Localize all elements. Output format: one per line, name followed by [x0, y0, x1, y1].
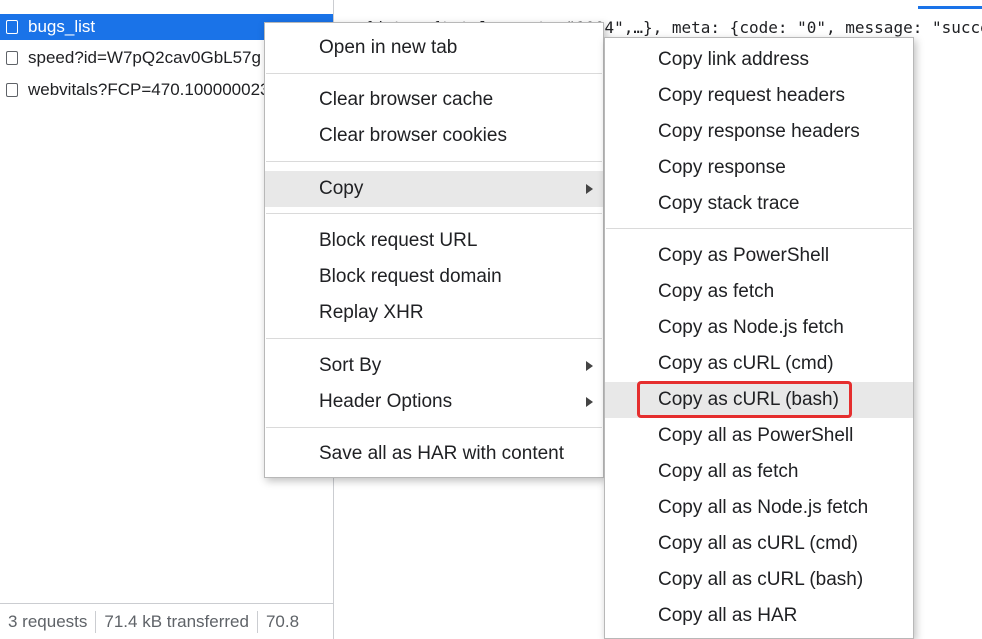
menu-item-label: Copy stack trace	[658, 193, 800, 214]
menu-item-copy-response-headers[interactable]: Copy response headers	[605, 114, 913, 150]
menu-item-label: Copy all as Node.js fetch	[658, 497, 869, 518]
menu-item-clear-cookies[interactable]: Clear browser cookies	[265, 118, 603, 154]
menu-item-label: Copy all as cURL (bash)	[658, 569, 864, 590]
menu-item-copy-as-fetch[interactable]: Copy as fetch	[605, 274, 913, 310]
menu-item-label: Copy as Node.js fetch	[658, 317, 844, 338]
menu-item-save-har[interactable]: Save all as HAR with content	[265, 436, 603, 472]
menu-item-label: Block request domain	[319, 266, 502, 287]
menu-item-label: Open in new tab	[319, 37, 458, 58]
menu-item-label: Copy as cURL (cmd)	[658, 353, 834, 374]
menu-item-label: Copy as PowerShell	[658, 245, 830, 266]
document-icon	[6, 20, 18, 34]
request-count: 3 requests	[8, 612, 88, 631]
menu-separator	[266, 161, 602, 162]
menu-item-label: Header Options	[319, 391, 453, 412]
submenu-arrow-icon	[586, 361, 593, 371]
menu-item-label: Copy all as fetch	[658, 461, 799, 482]
menu-item-copy-response[interactable]: Copy response	[605, 150, 913, 186]
menu-item-copy-as-curl-cmd[interactable]: Copy as cURL (cmd)	[605, 346, 913, 382]
menu-item-label: Save all as HAR with content	[319, 443, 565, 464]
menu-item-label: Copy all as cURL (cmd)	[658, 533, 858, 554]
transferred-size: 71.4 kB transferred	[104, 612, 249, 631]
submenu-arrow-icon	[586, 184, 593, 194]
menu-item-label: Copy all as PowerShell	[658, 425, 854, 446]
context-menu: Open in new tab Clear browser cache Clea…	[264, 22, 604, 478]
menu-item-label: Copy	[319, 178, 364, 199]
network-status-bar: 3 requests 71.4 kB transferred 70.8	[0, 603, 333, 639]
menu-item-copy-all-as-har[interactable]: Copy all as HAR	[605, 598, 913, 634]
menu-item-copy[interactable]: Copy	[265, 171, 603, 207]
copy-submenu: Copy link address Copy request headers C…	[604, 37, 914, 639]
menu-separator	[266, 338, 602, 339]
request-name: webvitals?FCP=470.1000000238	[28, 80, 279, 99]
menu-item-copy-all-as-curl-cmd[interactable]: Copy all as cURL (cmd)	[605, 526, 913, 562]
menu-item-label: Replay XHR	[319, 302, 424, 323]
menu-item-block-url[interactable]: Block request URL	[265, 223, 603, 259]
menu-separator	[606, 228, 912, 229]
request-name: bugs_list	[28, 17, 96, 36]
menu-item-label: Copy response headers	[658, 121, 860, 142]
submenu-arrow-icon	[586, 397, 593, 407]
document-icon	[6, 83, 18, 97]
menu-item-sort-by[interactable]: Sort By	[265, 348, 603, 384]
menu-item-copy-all-as-nodejs-fetch[interactable]: Copy all as Node.js fetch	[605, 490, 913, 526]
menu-separator	[266, 213, 602, 214]
menu-separator	[266, 427, 602, 428]
devtools-network-panel: bugs_list speed?id=W7pQ2cav0GbL57g webvi…	[0, 0, 982, 639]
menu-item-block-domain[interactable]: Block request domain	[265, 259, 603, 295]
menu-item-copy-as-powershell[interactable]: Copy as PowerShell	[605, 238, 913, 274]
resources-size: 70.8	[265, 612, 300, 631]
menu-item-open-new-tab[interactable]: Open in new tab	[265, 30, 603, 66]
menu-item-copy-stack-trace[interactable]: Copy stack trace	[605, 186, 913, 222]
request-name: speed?id=W7pQ2cav0GbL57g	[28, 48, 261, 67]
menu-item-label: Copy link address	[658, 49, 810, 70]
document-icon	[6, 51, 18, 65]
menu-item-clear-cache[interactable]: Clear browser cache	[265, 82, 603, 118]
menu-separator	[266, 73, 602, 74]
menu-item-header-options[interactable]: Header Options	[265, 384, 603, 420]
menu-item-label: Block request URL	[319, 230, 478, 251]
menu-item-label: Sort By	[319, 355, 382, 376]
menu-item-label: Copy all as HAR	[658, 605, 798, 626]
menu-item-label: Copy as fetch	[658, 281, 775, 302]
menu-item-replay-xhr[interactable]: Replay XHR	[265, 295, 603, 331]
menu-item-copy-all-as-fetch[interactable]: Copy all as fetch	[605, 454, 913, 490]
menu-item-label: Clear browser cookies	[319, 125, 507, 146]
menu-item-copy-request-headers[interactable]: Copy request headers	[605, 78, 913, 114]
menu-item-copy-link[interactable]: Copy link address	[605, 42, 913, 78]
active-tab-indicator	[918, 6, 982, 9]
menu-item-label: Copy request headers	[658, 85, 845, 106]
menu-item-label: Copy response	[658, 157, 786, 178]
menu-item-copy-as-nodejs-fetch[interactable]: Copy as Node.js fetch	[605, 310, 913, 346]
menu-item-copy-all-as-powershell[interactable]: Copy all as PowerShell	[605, 418, 913, 454]
menu-item-label: Clear browser cache	[319, 89, 494, 110]
menu-item-label: Copy as cURL (bash)	[658, 389, 839, 410]
menu-item-copy-all-as-curl-bash[interactable]: Copy all as cURL (bash)	[605, 562, 913, 598]
menu-item-copy-as-curl-bash[interactable]: Copy as cURL (bash)	[605, 382, 913, 418]
